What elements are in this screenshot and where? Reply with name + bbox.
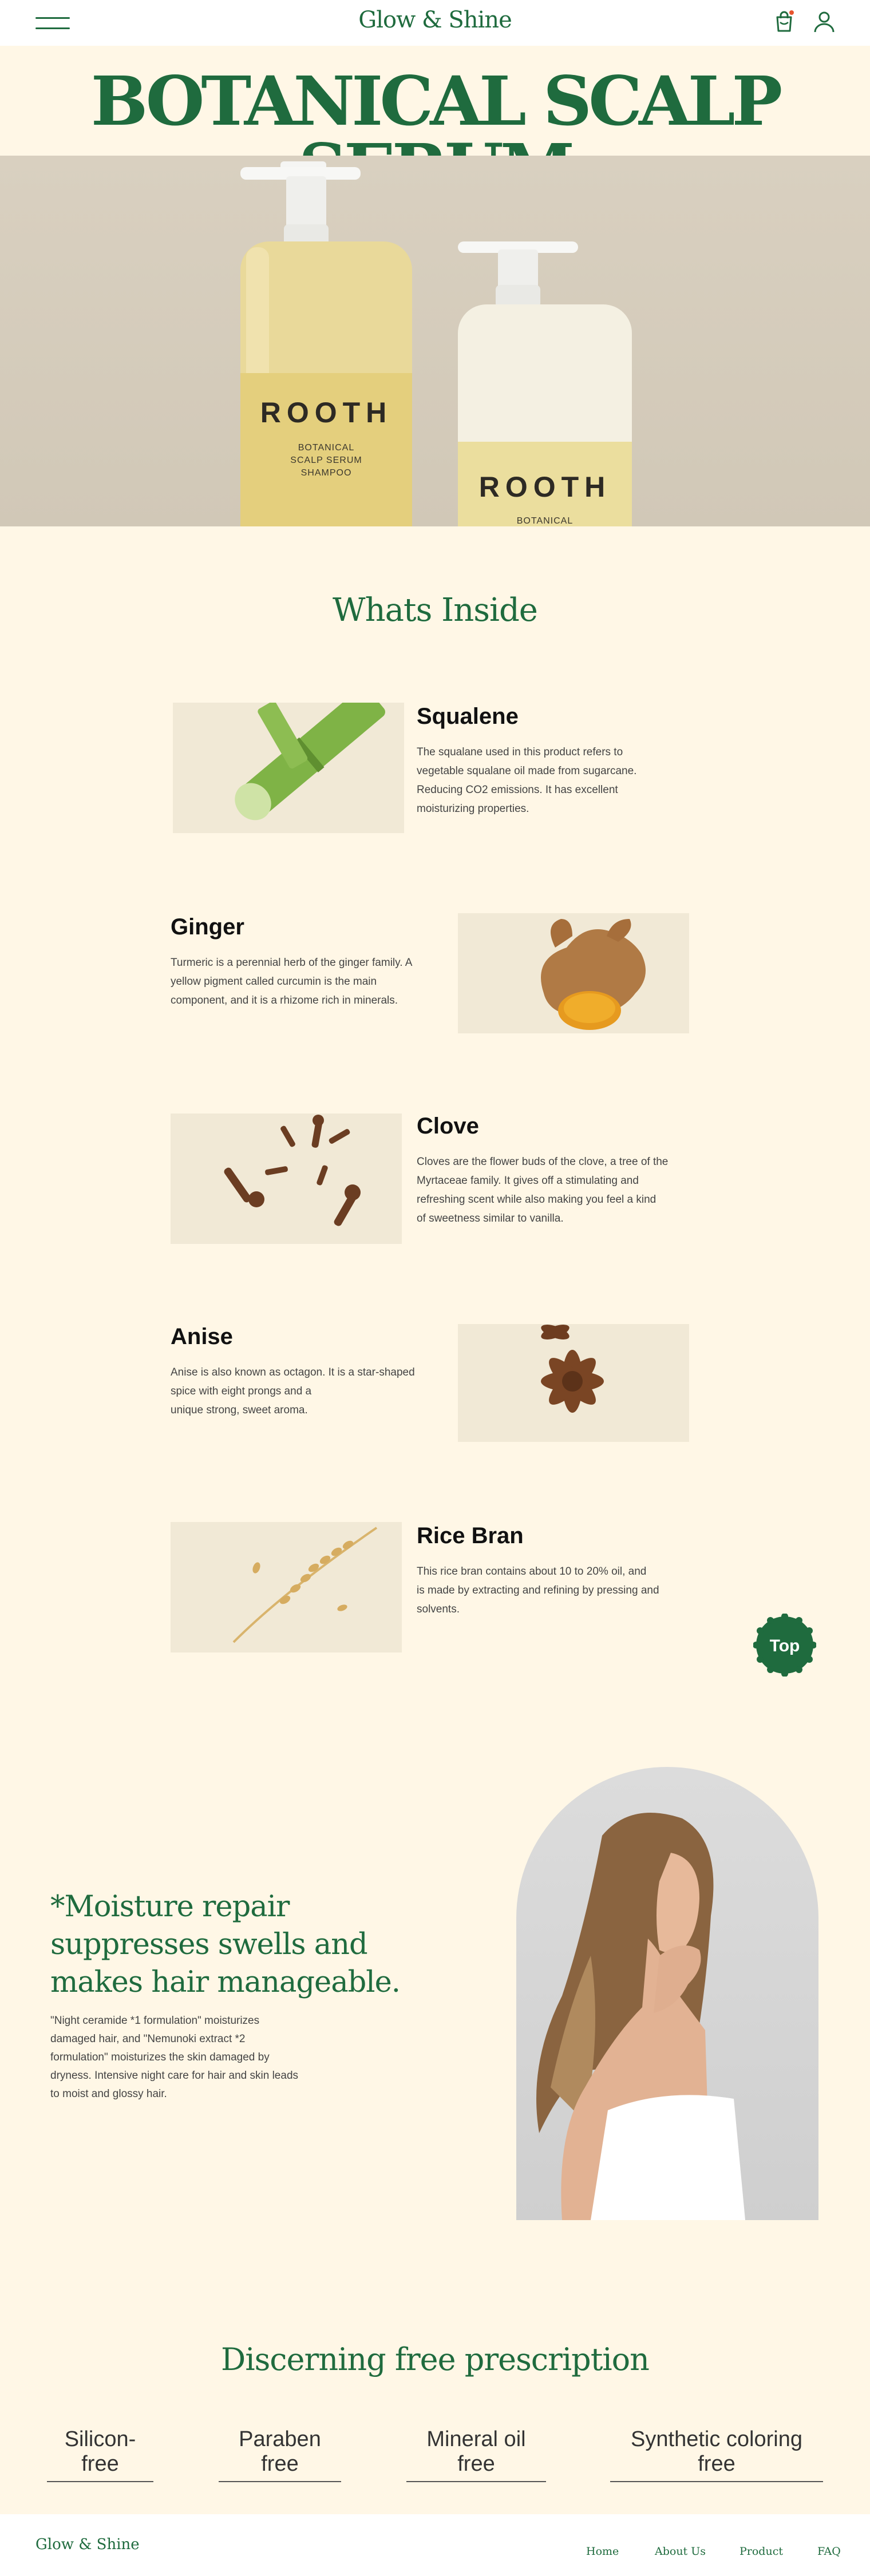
desc-line: component, and it is a rhizome rich in m… [171, 994, 398, 1006]
desc-line: formulation" moisturizes the skin damage… [50, 2051, 270, 2063]
desc-line: moisturizing properties. [417, 803, 529, 815]
moisture-description: "Night ceramide *1 formulation" moisturi… [50, 2012, 348, 2103]
shopping-bag-icon[interactable] [774, 10, 794, 33]
desc-line: The squalane used in this product refers… [417, 746, 623, 758]
user-account-icon[interactable] [813, 10, 836, 33]
rice-bran-image [171, 1522, 402, 1652]
whats-inside-title: Whats Inside [333, 592, 538, 629]
desc-line: spice with eight prongs and a [171, 1385, 312, 1397]
clove-image [171, 1113, 402, 1244]
ingredient-name-anise: Anise [171, 1324, 233, 1349]
right-bottle-line1: BOTANICAL [516, 516, 574, 526]
left-bottle-brand: ROOTH [260, 397, 393, 429]
desc-line: Myrtaceae family. It gives off a stimula… [417, 1175, 639, 1187]
moisture-title-line: makes hair manageable. [50, 1965, 401, 1999]
desc-line: of sweetness similar to vanilla. [417, 1212, 564, 1224]
ingredient-name-rice-bran: Rice Bran [417, 1523, 524, 1548]
ingredient-desc-rice-bran: This rice bran contains about 10 to 20% … [417, 1562, 659, 1619]
footer-link-about-us[interactable]: About Us [655, 2545, 706, 2558]
desc-line: yellow pigment called curcumin is the ma… [171, 976, 377, 988]
desc-line: to moist and glossy hair. [50, 2088, 167, 2100]
site-logo[interactable]: Glow & Shine [321, 7, 549, 33]
desc-line: solvents. [417, 1603, 460, 1615]
ingredient-desc-squalene: The squalane used in this product refers… [417, 743, 636, 818]
footer-link-faq[interactable]: FAQ [817, 2545, 841, 2558]
free-item-paraben: Paraben free [219, 2427, 341, 2482]
desc-line: is made by extracting and refining by pr… [417, 1584, 659, 1596]
ingredient-name-clove: Clove [417, 1113, 479, 1139]
desc-line: refreshing scent while also making you f… [417, 1194, 657, 1206]
free-item-synthetic-coloring: Synthetic coloring free [610, 2427, 823, 2482]
hamburger-menu-icon[interactable] [35, 16, 70, 30]
desc-line: damaged hair, and "Nemunoki extract *2 [50, 2033, 246, 2045]
desc-line: Anise is also known as octagon. It is a … [171, 1366, 415, 1378]
ingredient-desc-clove: Cloves are the flower buds of the clove,… [417, 1152, 668, 1228]
footer-link-product[interactable]: Product [739, 2545, 783, 2558]
ingredient-name-ginger: Ginger [171, 914, 244, 940]
model-woman-image [516, 1767, 818, 2220]
site-footer: Glow & Shine Home About Us Product FAQ [0, 2514, 870, 2576]
left-bottle-line2: SCALP SERUM [290, 455, 362, 465]
desc-line: This rice bran contains about 10 to 20% … [417, 1566, 647, 1578]
footer-link-home[interactable]: Home [586, 2545, 619, 2558]
left-bottle-label: BOTANICAL SCALP SERUM SHAMPOO [240, 442, 412, 479]
moisture-title: *Moisture repair suppresses swells and m… [50, 1888, 405, 2002]
back-to-top-button[interactable]: Top [753, 1614, 816, 1677]
hero-product-image: ROOTH BOTANICAL SCALP SERUM SHAMPOO ROOT… [0, 156, 870, 526]
desc-line: unique strong, sweet aroma. [171, 1404, 308, 1416]
desc-line: Reducing CO2 emissions. It has excellent [417, 784, 618, 796]
free-item-mineral-oil: Mineral oil free [406, 2427, 546, 2482]
desc-line: "Night ceramide *1 formulation" moisturi… [50, 2015, 260, 2027]
anise-image [458, 1324, 689, 1442]
right-bottle-brand: ROOTH [478, 471, 611, 503]
left-bottle-line3: SHAMPOO [300, 468, 352, 478]
ginger-image [458, 913, 689, 1033]
prescription-title: Discerning free prescription [221, 2341, 650, 2377]
moisture-title-line: *Moisture repair [50, 1890, 290, 1924]
free-item-silicon: Silicon-free [47, 2427, 153, 2482]
desc-line: vegetable squalane oil made from sugarca… [417, 765, 637, 777]
footer-logo[interactable]: Glow & Shine [35, 2536, 140, 2553]
left-bottle-line1: BOTANICAL [298, 443, 355, 453]
desc-line: Cloves are the flower buds of the clove,… [417, 1156, 669, 1168]
desc-line: dryness. Intensive night care for hair a… [50, 2070, 299, 2082]
ingredient-desc-ginger: Turmeric is a perennial herb of the ging… [171, 953, 412, 1010]
cart-badge-dot [789, 10, 794, 15]
ingredient-name-squalene: Squalene [417, 704, 519, 729]
site-header: Glow & Shine [0, 0, 870, 46]
squalene-image [173, 703, 404, 833]
ingredient-desc-anise: Anise is also known as octagon. It is a … [171, 1363, 415, 1420]
desc-line: Turmeric is a perennial herb of the ging… [171, 957, 413, 969]
moisture-title-line: suppresses swells and [50, 1928, 368, 1961]
back-to-top-label: Top [769, 1636, 800, 1655]
